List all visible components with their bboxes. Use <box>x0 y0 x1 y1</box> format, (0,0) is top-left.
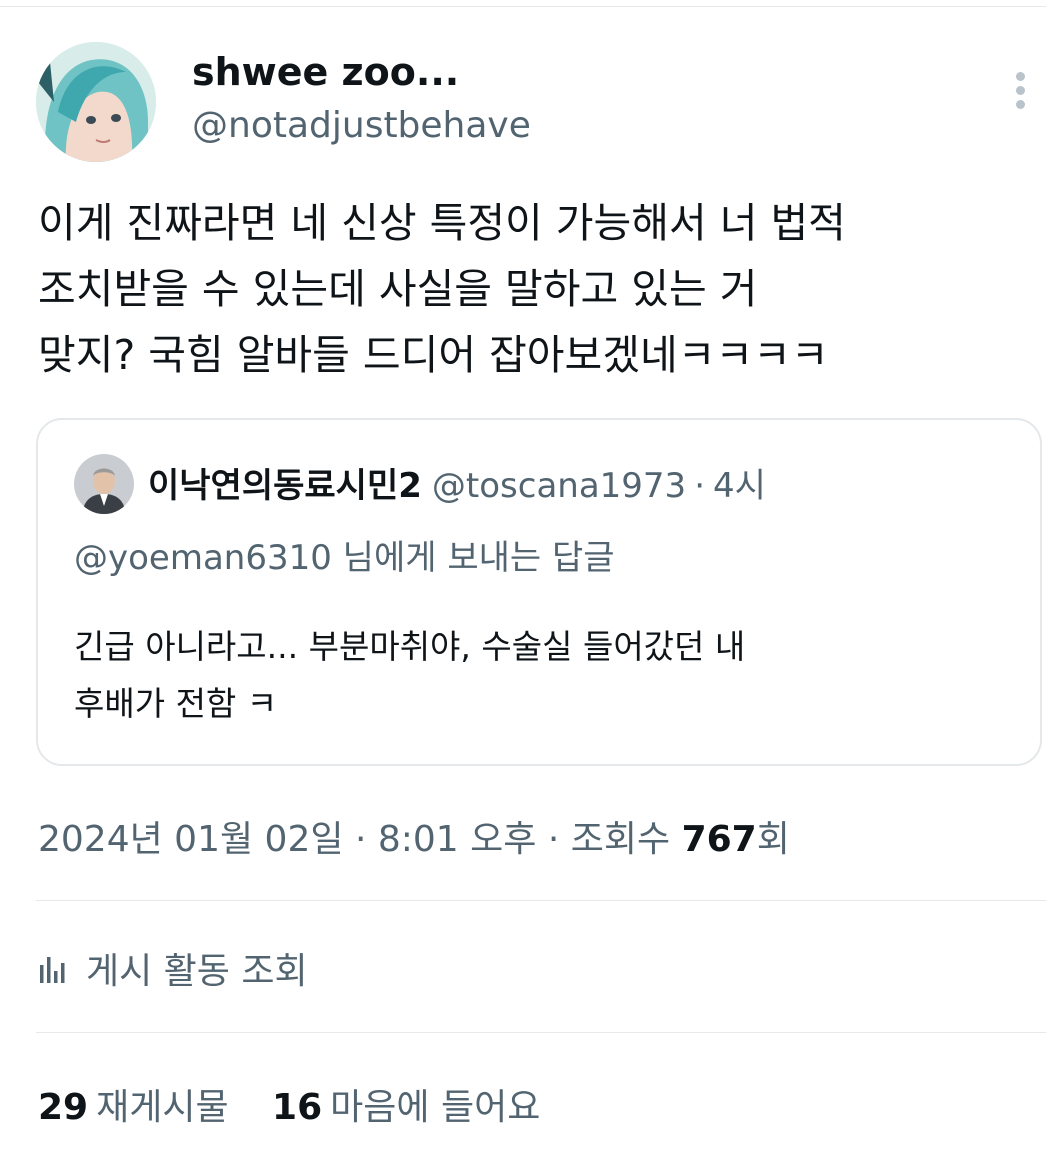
separator-dot: · <box>547 819 560 860</box>
divider <box>36 1032 1046 1033</box>
reposts-stat[interactable]: 29 재게시물 <box>38 1078 229 1130</box>
bar-chart-icon <box>40 957 65 983</box>
views-label: 조회수 <box>570 819 671 860</box>
quoted-text: 긴급 아니라고... 부분마취야, 수술실 들어갔던 내 후배가 전함 ㅋ <box>74 618 745 732</box>
reposts-label: 재게시물 <box>96 1087 229 1128</box>
tweet-text: 이게 진짜라면 네 신상 특정이 가능해서 너 법적 조치받을 수 있는데 사실… <box>38 190 1038 388</box>
author-name[interactable]: shwee zoo... <box>192 50 459 94</box>
top-divider <box>0 6 1046 7</box>
engagement-stats: 29 재게시물 16 마음에 들어요 <box>38 1078 572 1130</box>
likes-stat[interactable]: 16 마음에 들어요 <box>272 1078 540 1130</box>
reposts-count: 29 <box>38 1087 89 1128</box>
views-suffix: 회 <box>756 819 790 860</box>
more-options-icon[interactable] <box>1008 72 1032 112</box>
separator-dot: · <box>354 819 367 860</box>
likes-label: 마음에 들어요 <box>330 1087 541 1128</box>
divider <box>36 900 1046 901</box>
tweet-date[interactable]: 2024년 01월 02일 <box>38 819 343 860</box>
quoted-timestamp[interactable]: 4시 <box>713 466 766 506</box>
post-activity-label: 게시 활동 조회 <box>86 951 308 992</box>
author-avatar[interactable] <box>36 42 156 162</box>
author-handle[interactable]: @notadjustbehave <box>192 105 531 146</box>
tweet-meta: 2024년 01월 02일 · 8:01 오후 · 조회수 767회 <box>38 810 790 862</box>
tweet-time[interactable]: 8:01 오후 <box>378 819 537 860</box>
quoted-text-line: 긴급 아니라고... 부분마취야, 수술실 들어갔던 내 <box>74 627 746 666</box>
views-count: 767 <box>681 819 757 860</box>
quoted-tweet-card[interactable]: 이낙연의동료시민2 @toscana1973 · 4시 @yoeman6310 님에게… <box>36 418 1042 766</box>
tweet-text-line: 조치받을 수 있는데 사실을 말하고 있는 거 <box>38 265 758 313</box>
tweet-text-line: 맞지? 국힘 알바들 드디어 잡아보겠네ㅋㅋㅋㅋ <box>38 331 829 379</box>
likes-count: 16 <box>272 1087 323 1128</box>
post-activity-link[interactable]: 게시 활동 조회 <box>40 942 308 994</box>
separator-dot: · <box>694 466 706 506</box>
quoted-header: 이낙연의동료시민2 @toscana1973 · 4시 <box>148 458 766 507</box>
quoted-author-name[interactable]: 이낙연의동료시민2 <box>148 466 422 506</box>
quoted-author-handle[interactable]: @toscana1973 <box>432 466 686 506</box>
quoted-reply-to[interactable]: @yoeman6310 님에게 보내는 답글 <box>74 530 615 579</box>
quoted-text-line: 후배가 전함 ㅋ <box>74 684 278 723</box>
quoted-author-avatar[interactable] <box>74 454 134 514</box>
tweet-text-line: 이게 진짜라면 네 신상 특정이 가능해서 너 법적 <box>38 199 846 247</box>
